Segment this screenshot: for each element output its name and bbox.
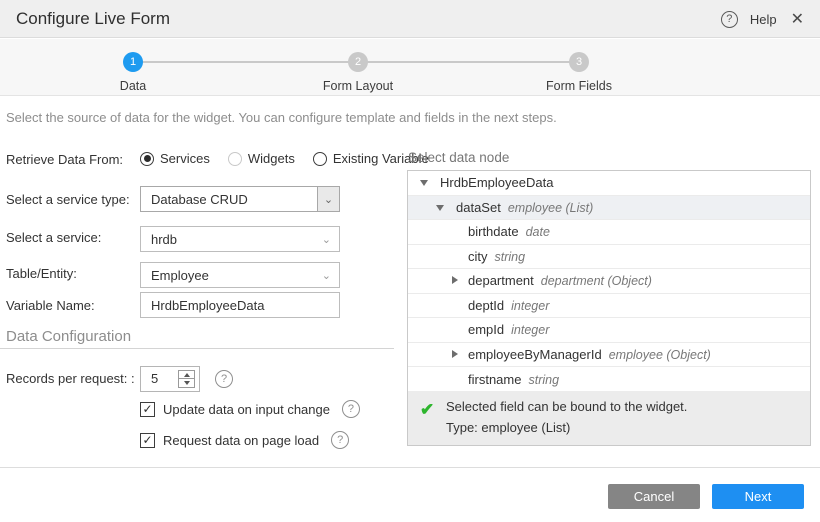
retrieve-data-from-radios: Services Widgets Existing Variable xyxy=(140,151,429,166)
update-data-checkbox[interactable]: ✓ xyxy=(140,402,155,417)
tree-node-deptid[interactable]: deptId integer xyxy=(408,294,810,319)
radio-services[interactable]: Services xyxy=(140,151,210,166)
request-data-checkbox[interactable]: ✓ xyxy=(140,433,155,448)
step-2-label: Form Layout xyxy=(298,79,418,93)
node-label: city xyxy=(468,249,488,264)
tree-node-hrdbemployeedata[interactable]: HrdbEmployeeData xyxy=(408,171,810,196)
radio-disabled-icon xyxy=(228,152,242,166)
dialog-title: Configure Live Form xyxy=(16,0,170,38)
help-icon[interactable]: ? xyxy=(721,11,738,28)
spinner-up-button[interactable] xyxy=(179,371,194,379)
node-label: firstname xyxy=(468,372,521,387)
request-data-checkbox-row: ✓ Request data on page load ? xyxy=(140,431,349,449)
service-value: hrdb xyxy=(151,232,177,247)
cancel-button[interactable]: Cancel xyxy=(608,484,700,509)
chevron-down-icon: ⌄ xyxy=(322,233,331,246)
table-entity-label: Table/Entity: xyxy=(6,266,77,281)
node-type: employee (Object) xyxy=(609,348,711,362)
chevron-down-icon[interactable] xyxy=(436,205,444,211)
chevron-right-icon[interactable] xyxy=(452,350,458,358)
records-help-icon[interactable]: ? xyxy=(215,370,233,388)
footer-divider xyxy=(0,467,820,468)
tree-node-city[interactable]: city string xyxy=(408,245,810,270)
data-node-tree: HrdbEmployeeData dataSet employee (List)… xyxy=(407,170,811,446)
select-data-node-heading: Select data node xyxy=(408,150,509,165)
tree-node-firstname[interactable]: firstname string xyxy=(408,367,810,392)
request-data-label: Request data on page load xyxy=(163,433,319,448)
spinner-buttons xyxy=(178,370,195,388)
titlebar-actions: ? Help ✕ xyxy=(721,0,806,38)
node-type: employee (List) xyxy=(508,201,593,215)
tree-node-department[interactable]: department department (Object) xyxy=(408,269,810,294)
node-label: employeeByManagerId xyxy=(468,347,602,362)
node-type: string xyxy=(495,250,526,264)
section-divider xyxy=(0,348,394,349)
records-per-request-value: 5 xyxy=(151,367,158,391)
tree-node-dataset[interactable]: dataSet employee (List) xyxy=(408,196,810,221)
variable-name-label: Variable Name: xyxy=(6,298,95,313)
wizard-stepper: 1 2 3 Data Form Layout Form Fields xyxy=(0,39,820,96)
radio-services-label: Services xyxy=(160,151,210,166)
tree-node-birthdate[interactable]: birthdate date xyxy=(408,220,810,245)
chevron-right-icon[interactable] xyxy=(452,276,458,284)
help-link[interactable]: Help xyxy=(750,12,777,27)
binding-type-text: Type: employee (List) xyxy=(446,420,570,435)
triangle-down-icon xyxy=(184,381,190,385)
binding-message-text: Selected field can be bound to the widge… xyxy=(446,399,687,414)
node-type: department (Object) xyxy=(541,274,652,288)
page-description: Select the source of data for the widget… xyxy=(6,110,557,125)
radio-widgets-label: Widgets xyxy=(248,151,295,166)
title-bar: Configure Live Form ? Help ✕ xyxy=(0,0,820,38)
tree-node-empid[interactable]: empId integer xyxy=(408,318,810,343)
tree-node-employeebymanagerid[interactable]: employeeByManagerId employee (Object) xyxy=(408,343,810,368)
configure-live-form-dialog: Configure Live Form ? Help ✕ 1 2 3 Data … xyxy=(0,0,820,522)
data-configuration-heading: Data Configuration xyxy=(6,328,131,345)
service-type-label: Select a service type: xyxy=(6,192,130,207)
next-button[interactable]: Next xyxy=(712,484,804,509)
update-data-checkbox-row: ✓ Update data on input change ? xyxy=(140,400,360,418)
node-label: dataSet xyxy=(456,200,501,215)
radio-selected-icon xyxy=(140,152,154,166)
node-type: date xyxy=(526,225,550,239)
table-entity-select[interactable]: Employee ⌄ xyxy=(140,262,340,288)
service-type-select[interactable]: Database CRUD ⌄ xyxy=(140,186,340,212)
success-check-icon: ✔ xyxy=(420,400,434,420)
step-3-label: Form Fields xyxy=(519,79,639,93)
node-label: HrdbEmployeeData xyxy=(440,175,553,190)
service-type-value: Database CRUD xyxy=(151,192,248,207)
chevron-down-icon: ⌄ xyxy=(322,269,331,282)
binding-status-message: ✔ Selected field can be bound to the wid… xyxy=(408,391,810,445)
radio-unselected-icon xyxy=(313,152,327,166)
node-type: integer xyxy=(511,323,549,337)
node-label: department xyxy=(468,273,534,288)
service-label: Select a service: xyxy=(6,230,101,245)
close-icon[interactable]: ✕ xyxy=(789,9,806,29)
node-type: string xyxy=(528,373,559,387)
node-type: integer xyxy=(511,299,549,313)
step-1-label: Data xyxy=(73,79,193,93)
service-select[interactable]: hrdb ⌄ xyxy=(140,226,340,252)
chevron-down-icon[interactable] xyxy=(420,180,428,186)
step-3-circle[interactable]: 3 xyxy=(569,52,589,72)
node-label: birthdate xyxy=(468,224,519,239)
request-data-help-icon[interactable]: ? xyxy=(331,431,349,449)
variable-name-input[interactable] xyxy=(151,298,321,313)
records-per-request-label: Records per request: : xyxy=(6,371,135,386)
node-label: deptId xyxy=(468,298,504,313)
step-1-circle[interactable]: 1 xyxy=(123,52,143,72)
retrieve-data-from-label: Retrieve Data From: xyxy=(6,152,123,167)
update-data-label: Update data on input change xyxy=(163,402,330,417)
spinner-down-button[interactable] xyxy=(179,379,194,387)
records-per-request-stepper[interactable]: 5 xyxy=(140,366,200,392)
table-entity-value: Employee xyxy=(151,268,209,283)
chevron-down-icon[interactable]: ⌄ xyxy=(317,187,339,211)
triangle-up-icon xyxy=(184,373,190,377)
step-2-circle[interactable]: 2 xyxy=(348,52,368,72)
radio-widgets[interactable]: Widgets xyxy=(228,151,295,166)
variable-name-field xyxy=(140,292,340,318)
update-data-help-icon[interactable]: ? xyxy=(342,400,360,418)
node-label: empId xyxy=(468,322,504,337)
